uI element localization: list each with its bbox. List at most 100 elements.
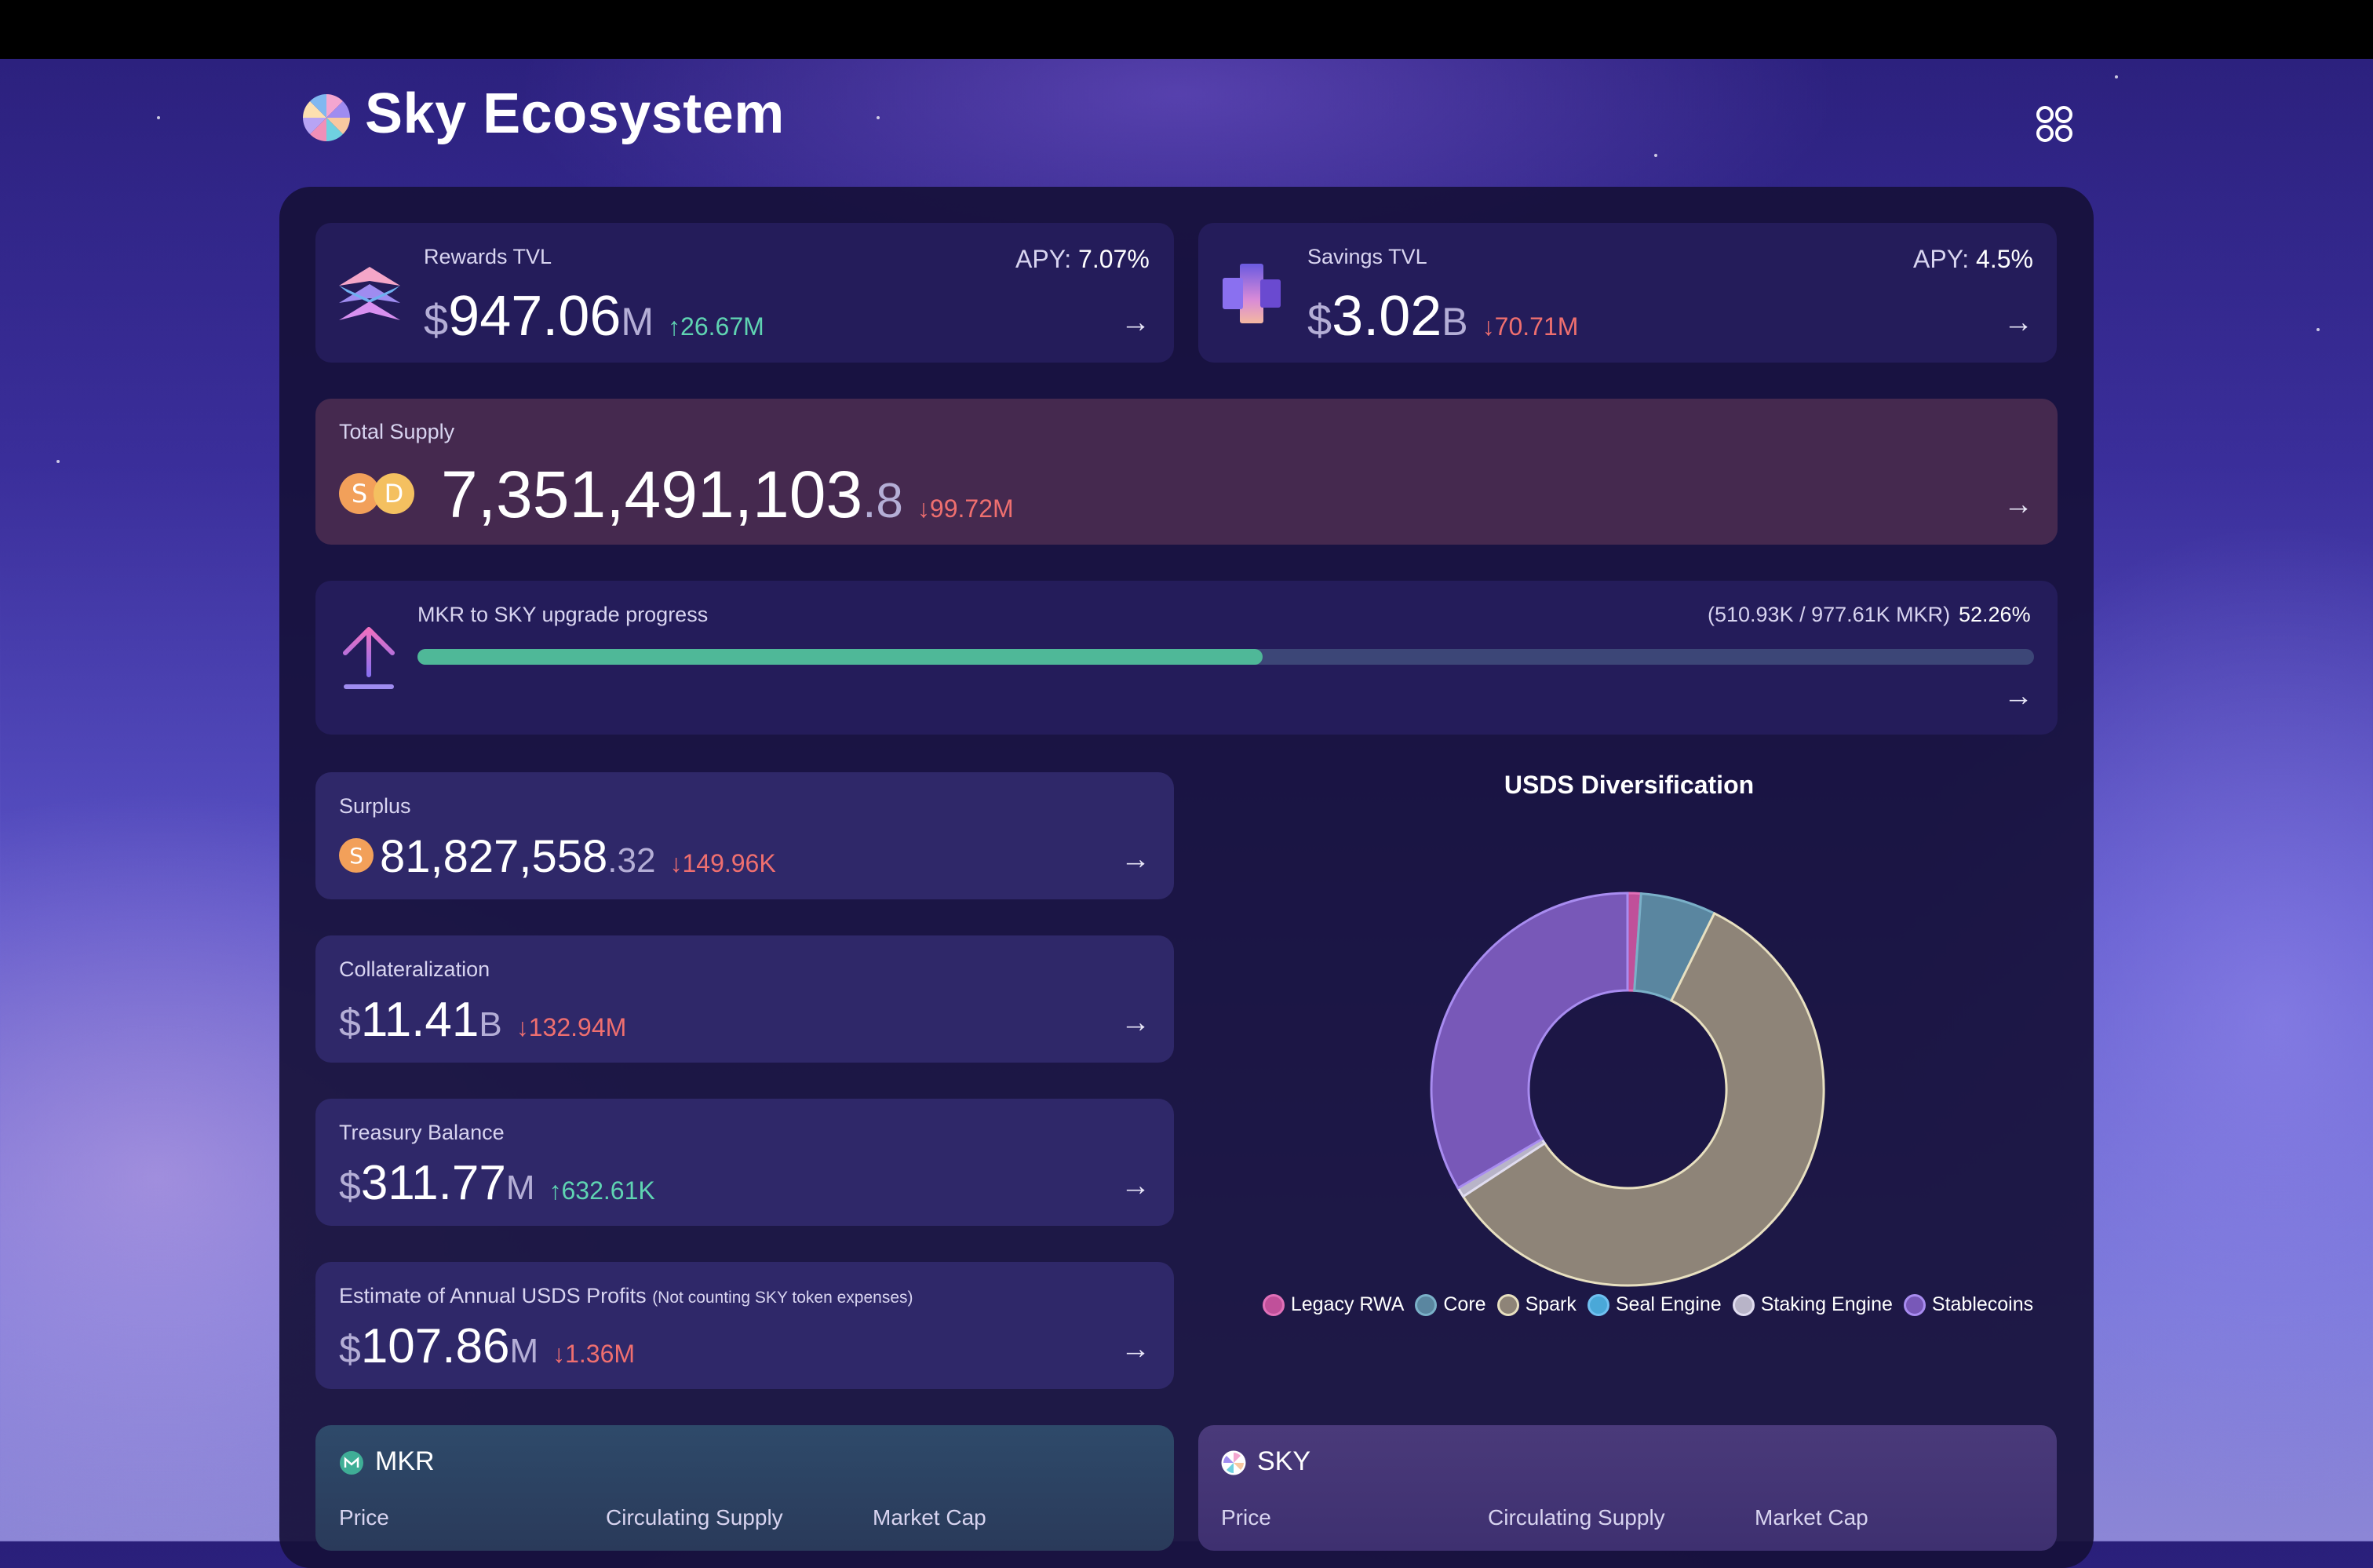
star bbox=[2115, 75, 2118, 78]
legend-label: Stablecoins bbox=[1931, 1293, 2034, 1315]
page-title: Sky Ecosystem bbox=[365, 82, 785, 145]
star bbox=[56, 460, 60, 463]
apy-value: 7.07% bbox=[1078, 245, 1150, 273]
star bbox=[2316, 328, 2320, 331]
annual-profits-value: $107.86M ↓1.36M bbox=[339, 1318, 635, 1374]
annual-profits-label: Estimate of Annual USDS Profits (Not cou… bbox=[339, 1284, 913, 1308]
annual-profits-arrow-icon[interactable]: → bbox=[1121, 1333, 1150, 1366]
upgrade-progress-percent: 52.26% bbox=[1959, 603, 2031, 626]
sky-marketcap-header: Market Cap bbox=[1755, 1505, 1868, 1530]
total-supply-arrow-icon[interactable]: → bbox=[2003, 488, 2033, 522]
mkr-card[interactable] bbox=[315, 1425, 1174, 1551]
savings-tvl-label: Savings TVL bbox=[1307, 245, 1427, 268]
value-delta: ↓70.71M bbox=[1482, 312, 1579, 341]
legend-swatch bbox=[1262, 1293, 1285, 1316]
legend-swatch bbox=[1903, 1293, 1926, 1316]
mkr-name: MKR bbox=[375, 1446, 435, 1476]
value-number: 11.41 bbox=[360, 993, 479, 1047]
savings-tvl-value: $3.02B ↓70.71M bbox=[1307, 284, 1578, 348]
currency-symbol: $ bbox=[339, 1001, 361, 1045]
apy-key: APY: bbox=[1913, 245, 1970, 273]
legend-item-stablecoins[interactable]: Stablecoins bbox=[1903, 1293, 2034, 1316]
grid-menu-icon[interactable] bbox=[2031, 100, 2078, 148]
surplus-arrow-icon[interactable]: → bbox=[1121, 843, 1150, 877]
legend-item-core[interactable]: Core bbox=[1415, 1293, 1486, 1316]
savings-apy: APY: 4.5% bbox=[1913, 245, 2033, 274]
sky-card[interactable] bbox=[1198, 1425, 2057, 1551]
value-delta: ↓149.96K bbox=[669, 849, 776, 877]
collateralization-label: Collateralization bbox=[339, 957, 490, 981]
legend-item-staking-engine[interactable]: Staking Engine bbox=[1732, 1293, 1893, 1316]
apy-key: APY: bbox=[1015, 245, 1072, 273]
value-unit: M bbox=[505, 1169, 535, 1207]
collateralization-value: $11.41B ↓132.94M bbox=[339, 992, 626, 1048]
upgrade-progress-fill bbox=[417, 649, 1263, 665]
rewards-arrow-icon[interactable]: → bbox=[1121, 306, 1150, 340]
value-unit: M bbox=[621, 300, 654, 344]
legend-label: Core bbox=[1443, 1293, 1486, 1315]
value-delta: ↑26.67M bbox=[668, 312, 764, 341]
annual-profits-note: (Not counting SKY token expenses) bbox=[652, 1289, 913, 1307]
legend-item-seal-engine[interactable]: Seal Engine bbox=[1587, 1293, 1722, 1316]
svg-text:S: S bbox=[352, 479, 367, 509]
value-unit: B bbox=[1442, 300, 1468, 344]
rewards-tvl-value: $947.06M ↑26.67M bbox=[424, 284, 764, 348]
sky-token-icon bbox=[1221, 1450, 1246, 1475]
value-number: 7,351,491,103 bbox=[441, 458, 863, 531]
sky-usds-coins-icon: S D bbox=[339, 473, 414, 514]
apy-value: 4.5% bbox=[1976, 245, 2033, 273]
sky-name: SKY bbox=[1257, 1446, 1311, 1476]
svg-text:S: S bbox=[349, 843, 363, 869]
upgrade-arrow-link-icon[interactable]: → bbox=[2003, 680, 2033, 713]
rewards-apy: APY: 7.07% bbox=[1015, 245, 1150, 274]
annual-profits-title: Estimate of Annual USDS Profits bbox=[339, 1284, 647, 1307]
treasury-value: $311.77M ↑632.61K bbox=[339, 1155, 655, 1211]
total-supply-value: 7,351,491,103.8 ↓99.72M bbox=[441, 457, 1014, 533]
value-unit: M bbox=[509, 1332, 539, 1370]
upgrade-progress-label: MKR to SKY upgrade progress bbox=[417, 603, 709, 626]
savings-arrow-icon[interactable]: → bbox=[2003, 306, 2033, 340]
currency-symbol: $ bbox=[339, 1164, 361, 1208]
legend-item-spark[interactable]: Spark bbox=[1496, 1293, 1577, 1316]
mkr-price-header: Price bbox=[339, 1505, 389, 1530]
sky-supply-header: Circulating Supply bbox=[1488, 1505, 1665, 1530]
mkr-token-icon bbox=[340, 1451, 363, 1475]
legend-swatch bbox=[1587, 1293, 1609, 1316]
surplus-label: Surplus bbox=[339, 794, 411, 818]
savings-icon bbox=[1223, 264, 1281, 323]
legend-label: Staking Engine bbox=[1760, 1293, 1893, 1315]
treasury-arrow-icon[interactable]: → bbox=[1121, 1169, 1150, 1203]
legend-swatch bbox=[1732, 1293, 1755, 1316]
collateralization-arrow-icon[interactable]: → bbox=[1121, 1006, 1150, 1040]
currency-symbol: $ bbox=[1307, 295, 1332, 345]
star bbox=[157, 116, 160, 119]
diversification-legend: Legacy RWA Core Spark Seal Engine Staking En… bbox=[1232, 1293, 2064, 1316]
legend-label: Spark bbox=[1525, 1293, 1577, 1315]
legend-item-legacy-rwa[interactable]: Legacy RWA bbox=[1262, 1293, 1405, 1316]
value-decimals: .32 bbox=[607, 841, 656, 880]
value-number: 311.77 bbox=[360, 1156, 506, 1210]
sky-coin-icon: S bbox=[339, 838, 374, 873]
currency-symbol: $ bbox=[339, 1327, 361, 1371]
svg-text:D: D bbox=[385, 479, 404, 509]
value-delta: ↓1.36M bbox=[552, 1340, 636, 1368]
currency-symbol: $ bbox=[424, 295, 449, 345]
top-bar bbox=[0, 0, 2373, 59]
value-number: 81,827,558 bbox=[380, 831, 608, 882]
legend-label: Legacy RWA bbox=[1290, 1293, 1405, 1315]
rewards-icon bbox=[339, 267, 400, 320]
donut-slice-stablecoins[interactable] bbox=[1430, 892, 1629, 1190]
value-number: 107.86 bbox=[360, 1319, 510, 1373]
total-supply-label: Total Supply bbox=[339, 420, 455, 443]
value-delta: ↓99.72M bbox=[917, 494, 1014, 523]
legend-swatch bbox=[1496, 1293, 1519, 1316]
sky-pinwheel-logo-icon bbox=[303, 94, 350, 141]
mkr-supply-header: Circulating Supply bbox=[606, 1505, 783, 1530]
diversification-title: USDS Diversification bbox=[1504, 771, 1755, 799]
rewards-tvl-label: Rewards TVL bbox=[424, 245, 552, 268]
usds-diversification-donut[interactable] bbox=[1427, 888, 1828, 1290]
star bbox=[877, 116, 880, 119]
upgrade-progress-detail: (510.93K / 977.61K MKR) bbox=[1708, 603, 1951, 626]
legend-label: Seal Engine bbox=[1615, 1293, 1722, 1315]
value-number: 3.02 bbox=[1332, 285, 1442, 348]
